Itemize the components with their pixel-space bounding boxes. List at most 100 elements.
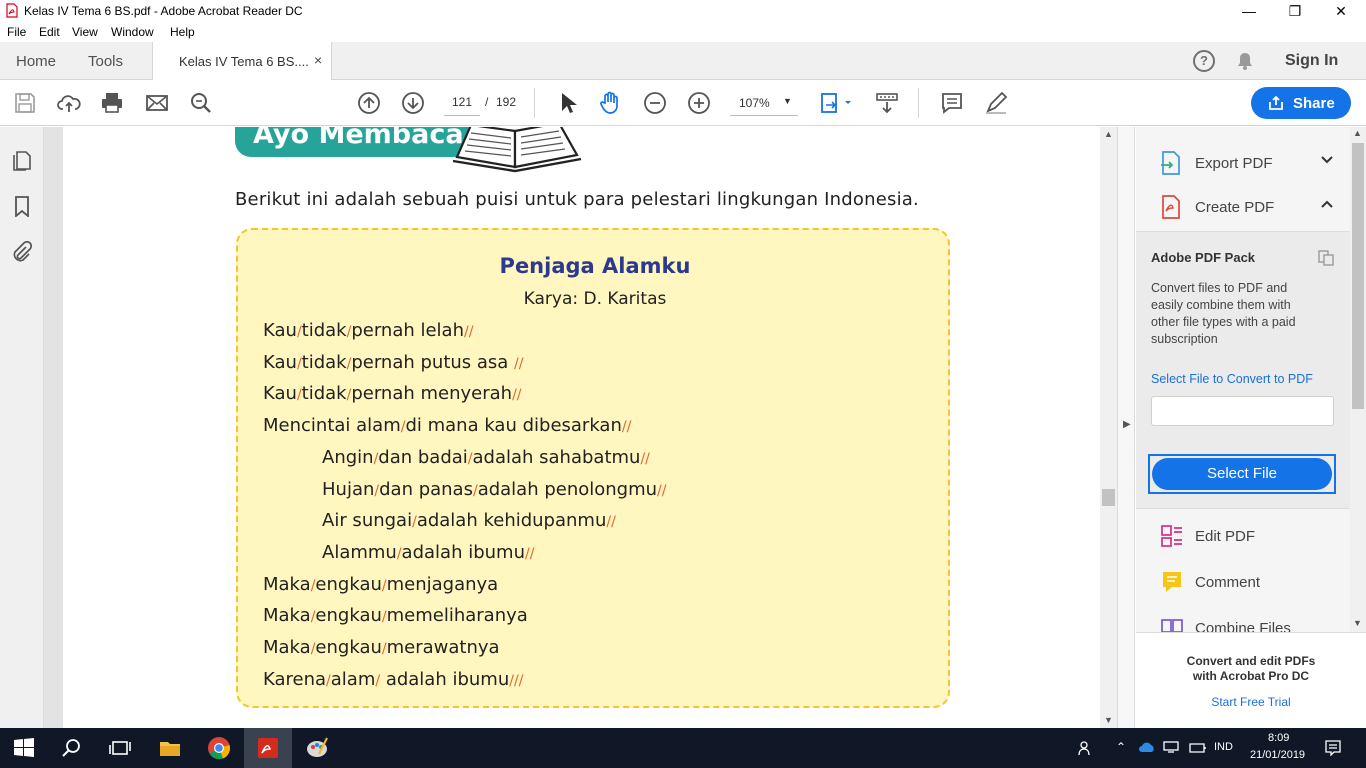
create-pdf-label: Create PDF xyxy=(1195,199,1275,216)
minimize-button[interactable]: — xyxy=(1226,0,1272,22)
comment-tool[interactable]: Comment xyxy=(1160,568,1350,596)
pdf-pack-card: Adobe PDF Pack Convert files to PDF and … xyxy=(1136,231,1350,509)
search-icon[interactable] xyxy=(189,91,213,115)
share-icon xyxy=(1269,95,1283,110)
poem-text: pernah menyerah xyxy=(351,383,513,405)
onedrive-icon[interactable] xyxy=(1138,741,1156,753)
chrome-icon[interactable] xyxy=(207,736,231,760)
sign-in-button[interactable]: Sign In xyxy=(1285,52,1338,70)
pause-mark: // xyxy=(657,482,667,499)
comment-label: Comment xyxy=(1195,574,1261,591)
poem-line: Maka/engkau/merawatnya xyxy=(263,637,500,658)
clock-time[interactable]: 8:09 xyxy=(1268,732,1289,744)
search-taskbar-icon[interactable] xyxy=(60,736,84,760)
scroll-down-icon[interactable]: ▼ xyxy=(1104,715,1113,725)
windows-start-icon[interactable] xyxy=(12,736,36,760)
right-panel-toggle[interactable]: ▶ xyxy=(1117,127,1135,728)
pack-description: Convert files to PDF and easily combine … xyxy=(1151,281,1296,346)
close-button[interactable]: ✕ xyxy=(1318,0,1364,22)
clock-date[interactable]: 21/01/2019 xyxy=(1250,749,1305,761)
poem-text: alam xyxy=(330,668,376,690)
total-pages: 192 xyxy=(496,95,517,109)
create-pdf-tool[interactable]: Create PDF xyxy=(1160,193,1350,221)
poem-text: adalah ibumu xyxy=(401,541,525,563)
file-input[interactable] xyxy=(1151,396,1334,426)
select-cursor-icon[interactable] xyxy=(556,91,580,115)
poem-line: Kau/tidak/pernah putus asa // xyxy=(263,352,523,373)
collapse-right-panel-icon[interactable]: ▶ xyxy=(1123,419,1131,430)
tab-document[interactable]: Kelas IV Tema 6 BS.... × xyxy=(152,42,332,80)
pause-mark: // xyxy=(464,324,474,340)
fit-page-icon[interactable] xyxy=(819,91,853,115)
start-free-trial-link[interactable]: Start Free Trial xyxy=(1136,695,1366,709)
current-page: 121 xyxy=(452,95,473,109)
menu-window[interactable]: Window xyxy=(111,25,154,39)
tab-bar: Home Tools Kelas IV Tema 6 BS.... × ? Si… xyxy=(0,42,1366,80)
export-pdf-label: Export PDF xyxy=(1195,155,1273,172)
help-icon[interactable]: ? xyxy=(1193,50,1215,72)
chevron-down-icon xyxy=(1320,153,1334,170)
network-icon[interactable] xyxy=(1163,741,1179,753)
hand-tool-icon[interactable] xyxy=(598,91,622,115)
people-icon[interactable] xyxy=(1078,740,1094,756)
share-button[interactable]: Share xyxy=(1251,87,1351,119)
toolbar-divider xyxy=(918,88,919,118)
poem-text: memeliharanya xyxy=(386,605,528,627)
comment-tool-icon xyxy=(1163,572,1181,592)
menu-file[interactable]: File xyxy=(7,25,26,39)
scrollbar-thumb[interactable] xyxy=(1102,489,1115,506)
maximize-button[interactable]: ❐ xyxy=(1272,0,1318,22)
edit-pdf-tool[interactable]: Edit PDF xyxy=(1160,522,1350,550)
save-icon[interactable] xyxy=(13,91,37,115)
task-view-icon[interactable] xyxy=(108,736,132,760)
poem-line: Hujan/dan panas/adalah penolongmu// xyxy=(322,479,666,500)
pdf-page: Ayo Membaca Berikut ini adalah sebuah pu… xyxy=(63,127,1100,728)
tab-tools[interactable]: Tools xyxy=(88,53,123,70)
attachments-icon[interactable] xyxy=(11,241,33,263)
tab-home[interactable]: Home xyxy=(16,53,56,70)
pack-title: Adobe PDF Pack xyxy=(1151,250,1256,265)
export-pdf-icon xyxy=(1161,151,1180,175)
paint-icon[interactable] xyxy=(305,736,329,760)
next-page-icon[interactable] xyxy=(401,91,425,115)
zoom-in-icon[interactable] xyxy=(687,91,711,115)
previous-page-icon[interactable] xyxy=(357,91,381,115)
document-scrollbar[interactable]: ▲ ▼ xyxy=(1100,127,1117,728)
scrollbar-thumb[interactable] xyxy=(1352,143,1364,409)
zoom-select[interactable]: 107% ▼ xyxy=(730,90,798,116)
language-indicator[interactable]: IND xyxy=(1214,741,1233,753)
copy-files-icon xyxy=(1318,250,1334,266)
close-tab-icon[interactable]: × xyxy=(314,52,322,68)
battery-icon[interactable] xyxy=(1189,742,1207,754)
menu-edit[interactable]: Edit xyxy=(39,25,60,39)
poem-text: engkau xyxy=(315,605,382,627)
select-file-link[interactable]: Select File to Convert to PDF xyxy=(1151,372,1313,386)
show-hidden-icons[interactable]: ⌃ xyxy=(1116,740,1126,754)
scroll-up-icon[interactable]: ▲ xyxy=(1104,129,1113,139)
zoom-out-icon[interactable] xyxy=(643,91,667,115)
tools-pane-scrollbar[interactable]: ▲ ▼ xyxy=(1350,127,1366,632)
select-file-button[interactable]: Select File xyxy=(1148,454,1336,494)
menu-view[interactable]: View xyxy=(72,25,98,39)
comment-icon[interactable] xyxy=(940,91,964,115)
acrobat-taskbar-icon[interactable] xyxy=(256,736,280,760)
scroll-up-icon[interactable]: ▲ xyxy=(1353,128,1362,138)
menu-help[interactable]: Help xyxy=(170,25,195,39)
page-thumbnails-icon[interactable] xyxy=(11,149,33,171)
bookmarks-icon[interactable] xyxy=(11,195,33,217)
windows-taskbar: ⌃ IND 8:09 21/01/2019 xyxy=(0,728,1366,768)
export-pdf-tool[interactable]: Export PDF xyxy=(1160,149,1350,177)
email-icon[interactable] xyxy=(145,91,169,115)
action-center-icon[interactable] xyxy=(1325,740,1341,756)
poem-line: Karena/alam/ adalah ibumu/// xyxy=(263,669,523,690)
file-explorer-icon[interactable] xyxy=(158,736,182,760)
scroll-down-icon[interactable]: ▼ xyxy=(1353,618,1362,628)
combine-files-tool[interactable]: Combine Files xyxy=(1160,614,1350,632)
print-icon[interactable] xyxy=(100,91,124,115)
scroll-mode-icon[interactable] xyxy=(875,91,899,115)
poem-text: Maka xyxy=(263,605,311,627)
highlight-pen-icon[interactable] xyxy=(984,91,1008,115)
cloud-upload-icon[interactable] xyxy=(57,91,81,115)
poem-text: Mencintai alam xyxy=(263,415,401,437)
notification-bell-icon[interactable] xyxy=(1235,51,1255,71)
